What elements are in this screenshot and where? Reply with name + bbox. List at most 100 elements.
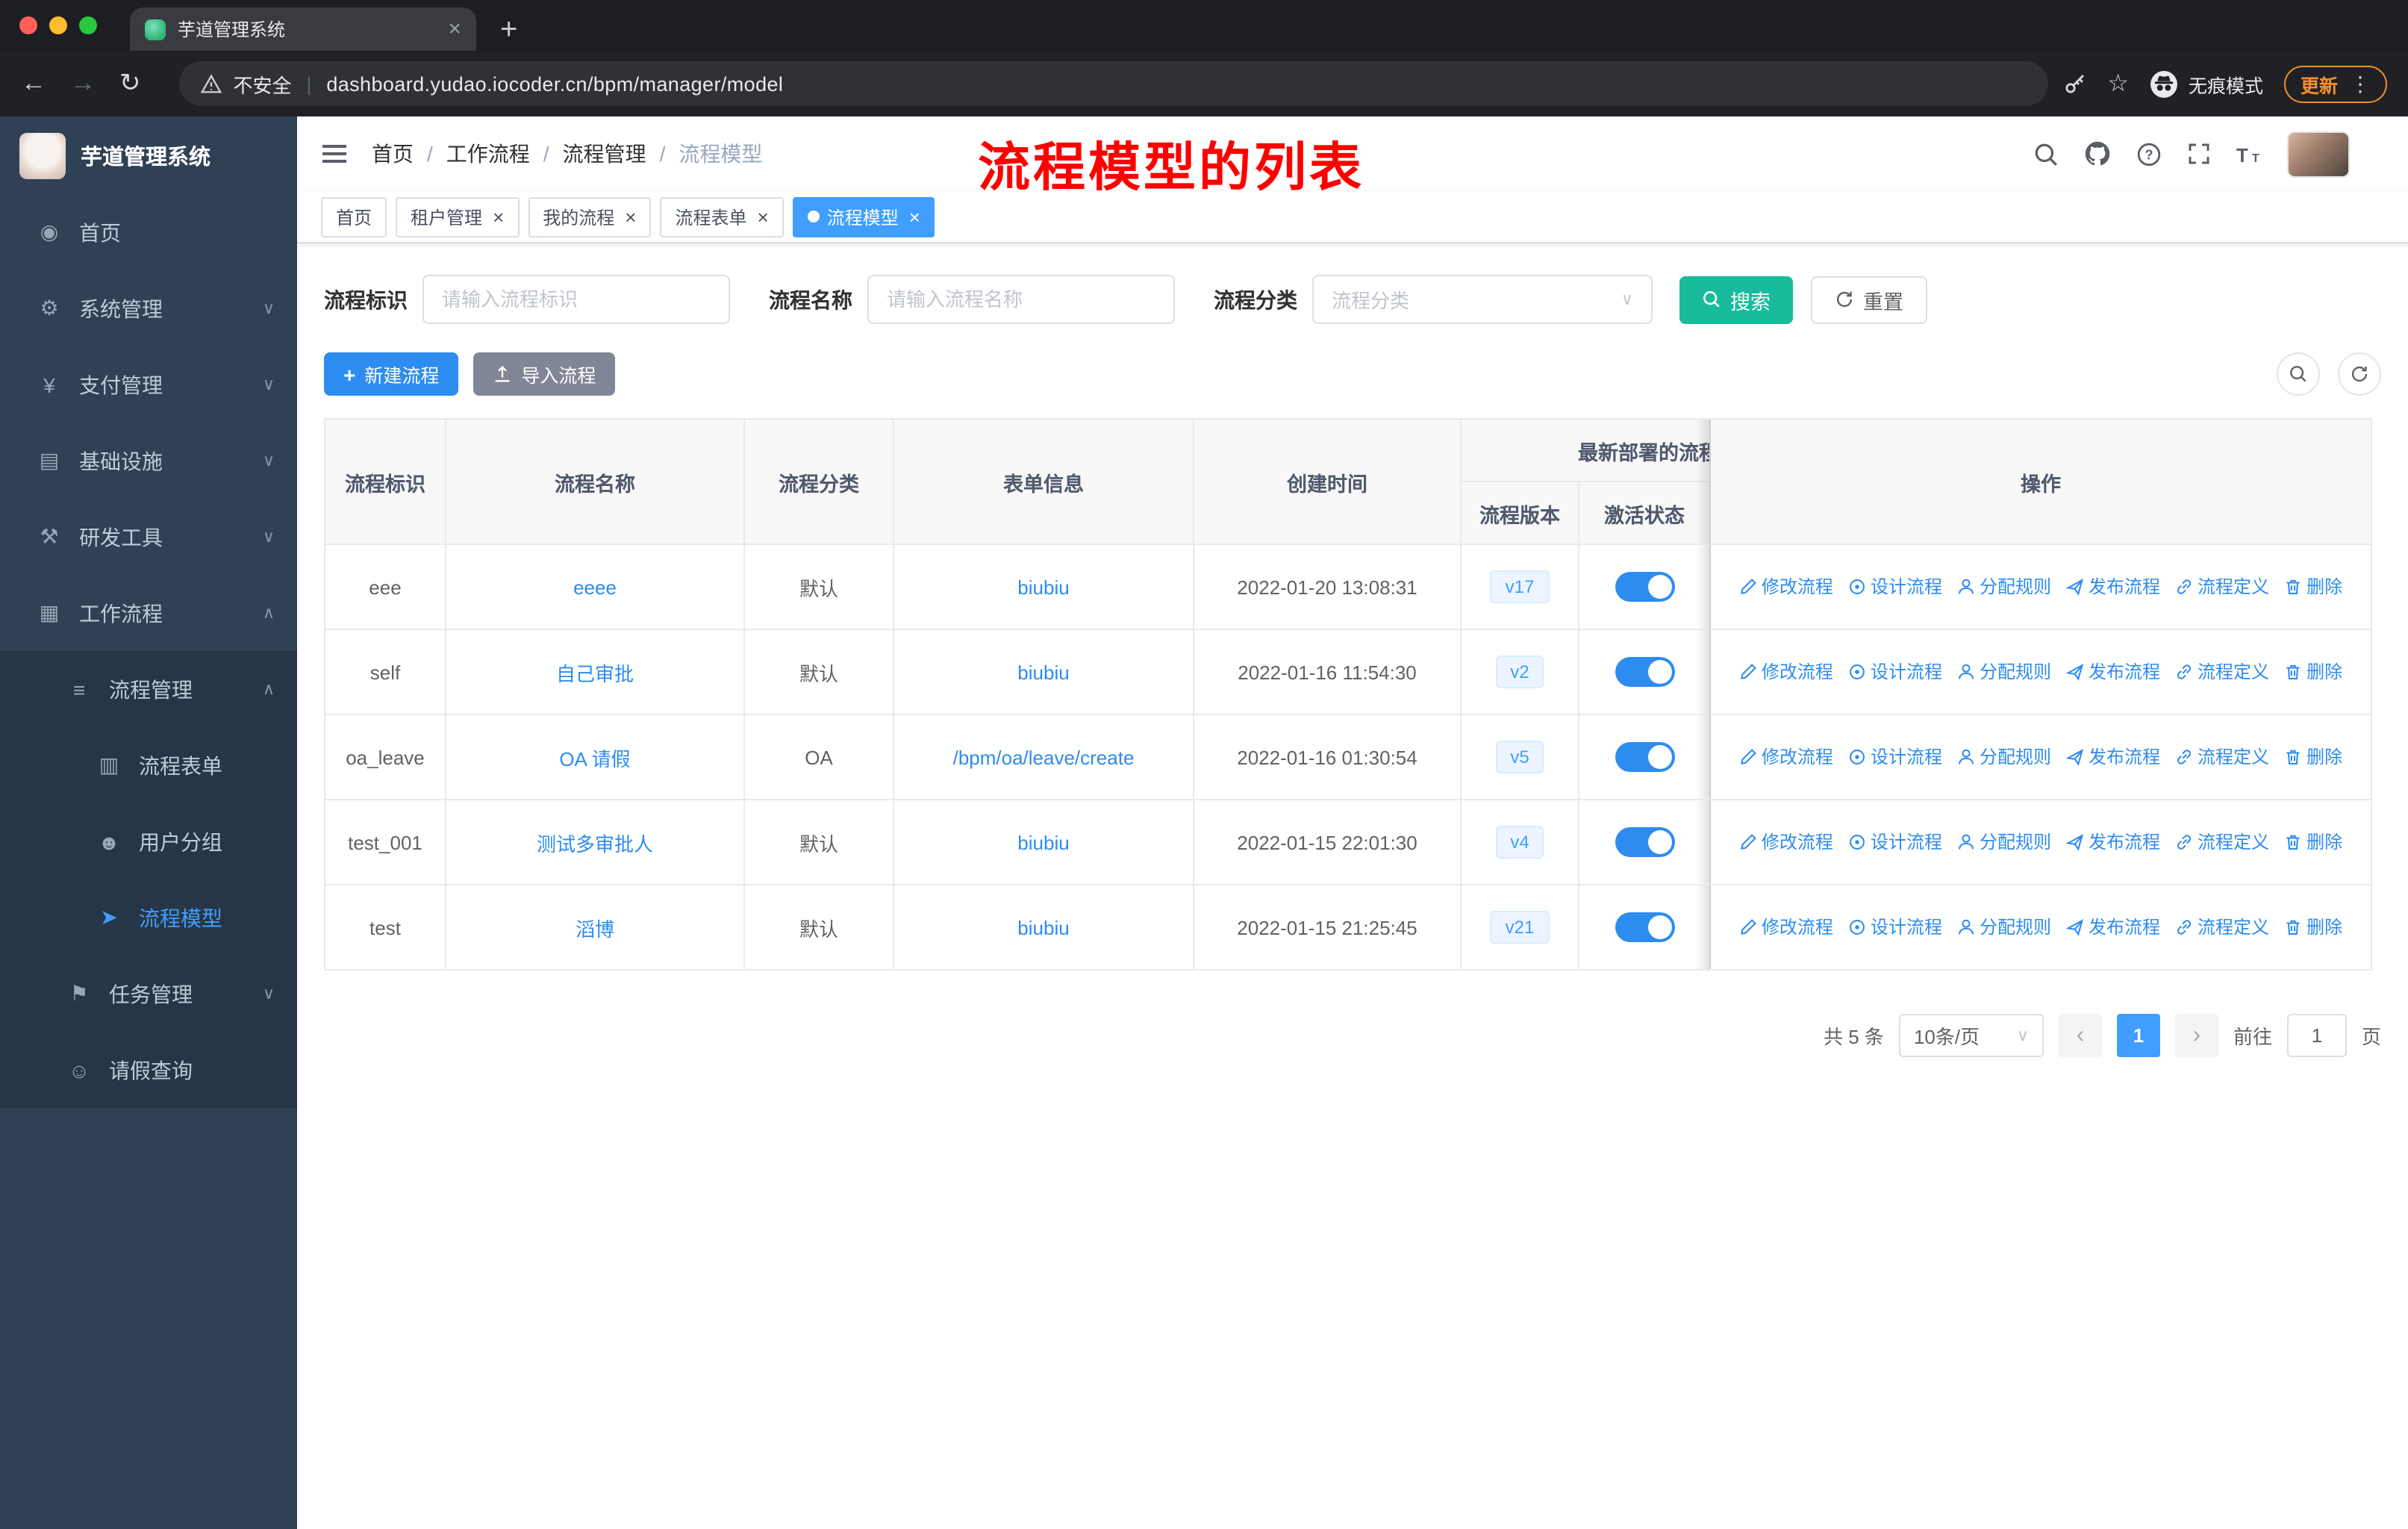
definition-process-link[interactable]: 流程定义 (2175, 829, 2269, 855)
sidebar-item-workflow[interactable]: ▦ 工作流程 ∧ (0, 575, 297, 651)
new-tab-button[interactable]: + (500, 15, 517, 45)
import-process-button[interactable]: 导入流程 (473, 352, 616, 396)
breadcrumb-item[interactable]: 流程管理 (563, 139, 646, 169)
publish-process-link[interactable]: 发布流程 (2066, 915, 2160, 940)
address-bar[interactable]: 不安全 | dashboard.yudao.iocoder.cn/bpm/man… (179, 61, 2048, 106)
edit-process-link[interactable]: 修改流程 (1739, 659, 1833, 685)
browser-tab[interactable]: 芋道管理系统 × (130, 7, 476, 51)
maximize-window-button[interactable] (79, 16, 97, 34)
publish-process-link[interactable]: 发布流程 (2066, 744, 2160, 770)
delete-process-link[interactable]: 删除 (2284, 659, 2342, 685)
back-icon[interactable]: ← (21, 69, 46, 99)
active-toggle[interactable] (1615, 827, 1674, 857)
tag-process-form[interactable]: 流程表单 × (660, 196, 784, 237)
edit-process-link[interactable]: 修改流程 (1739, 744, 1833, 770)
browser-update-button[interactable]: 更新 ⋮ (2283, 65, 2387, 102)
definition-process-link[interactable]: 流程定义 (2175, 659, 2269, 685)
sidebar-item-user-group[interactable]: ☻ 用户分组 (0, 803, 297, 879)
avatar[interactable] (2289, 132, 2348, 175)
browser-menu-icon[interactable]: ⋮ (2350, 71, 2371, 96)
reset-button[interactable]: 重置 (1811, 275, 1927, 323)
edit-process-link[interactable]: 修改流程 (1739, 915, 1833, 940)
next-page-button[interactable]: › (2174, 1014, 2218, 1057)
goto-page-input[interactable] (2286, 1014, 2347, 1057)
active-toggle[interactable] (1615, 572, 1674, 602)
form-info-link[interactable]: biubiu (1017, 661, 1069, 683)
sidebar-item-system[interactable]: ⚙ 系统管理 ∨ (0, 270, 297, 346)
close-window-button[interactable] (19, 16, 37, 34)
tab-close-icon[interactable]: × (448, 16, 461, 42)
close-icon[interactable]: × (493, 205, 504, 228)
font-size-icon[interactable]: TT (2236, 143, 2263, 165)
edit-process-link[interactable]: 修改流程 (1739, 829, 1833, 855)
definition-process-link[interactable]: 流程定义 (2175, 915, 2269, 940)
forward-icon[interactable]: → (70, 69, 96, 99)
close-icon[interactable]: × (625, 205, 636, 228)
assign-process-link[interactable]: 分配规则 (1957, 574, 2051, 600)
design-process-link[interactable]: 设计流程 (1848, 659, 1942, 685)
process-name-link[interactable]: OA 请假 (559, 747, 630, 770)
reload-icon[interactable]: ↻ (119, 69, 141, 99)
breadcrumb-item[interactable]: 工作流程 (446, 139, 530, 169)
process-name-input[interactable] (867, 275, 1175, 324)
definition-process-link[interactable]: 流程定义 (2175, 574, 2269, 600)
category-select[interactable]: 流程分类 ∨ (1312, 275, 1653, 324)
form-info-link[interactable]: biubiu (1017, 831, 1069, 853)
assign-process-link[interactable]: 分配规则 (1957, 744, 2051, 770)
assign-process-link[interactable]: 分配规则 (1957, 829, 2051, 855)
sidebar-item-infrastructure[interactable]: ▤ 基础设施 ∨ (0, 423, 297, 499)
table-search-button[interactable] (2277, 352, 2320, 396)
sidebar-item-task-management[interactable]: ⚑ 任务管理 ∨ (0, 956, 297, 1032)
design-process-link[interactable]: 设计流程 (1848, 574, 1942, 600)
publish-process-link[interactable]: 发布流程 (2066, 574, 2160, 600)
search-icon[interactable] (2033, 141, 2059, 166)
key-icon[interactable] (2062, 72, 2086, 96)
fullscreen-icon[interactable] (2187, 142, 2211, 166)
delete-process-link[interactable]: 删除 (2284, 574, 2342, 600)
github-icon[interactable] (2084, 140, 2111, 167)
delete-process-link[interactable]: 删除 (2284, 829, 2342, 855)
create-process-button[interactable]: + 新建流程 (324, 352, 459, 396)
sidebar-item-process-management[interactable]: ≡ 流程管理 ∧ (0, 651, 297, 727)
collapse-menu-icon[interactable] (321, 143, 348, 164)
tag-my-process[interactable]: 我的流程 × (528, 196, 652, 237)
form-info-link[interactable]: /bpm/oa/leave/create (953, 746, 1135, 768)
active-toggle[interactable] (1615, 742, 1674, 772)
tag-process-model[interactable]: 流程模型 × (792, 196, 935, 237)
process-name-link[interactable]: eeee (573, 576, 617, 598)
design-process-link[interactable]: 设计流程 (1848, 915, 1942, 940)
current-page-button[interactable]: 1 (2116, 1014, 2160, 1057)
bookmark-star-icon[interactable]: ☆ (2107, 69, 2129, 99)
close-icon[interactable]: × (909, 205, 920, 228)
breadcrumb-item[interactable]: 首页 (372, 139, 414, 169)
prev-page-button[interactable]: ‹ (2058, 1014, 2102, 1057)
process-name-link[interactable]: 测试多审批人 (537, 832, 653, 855)
page-size-select[interactable]: 10条/页 ∨ (1898, 1014, 2044, 1057)
sidebar-item-process-form[interactable]: ▥ 流程表单 (0, 727, 297, 803)
sidebar-item-devtools[interactable]: ⚒ 研发工具 ∨ (0, 499, 297, 575)
minimize-window-button[interactable] (49, 16, 67, 34)
publish-process-link[interactable]: 发布流程 (2066, 659, 2160, 685)
close-icon[interactable]: × (758, 205, 769, 228)
form-info-link[interactable]: biubiu (1017, 576, 1069, 598)
help-icon[interactable]: ? (2136, 141, 2162, 166)
publish-process-link[interactable]: 发布流程 (2066, 829, 2160, 855)
sidebar-item-process-model[interactable]: ➤ 流程模型 (0, 879, 297, 956)
table-refresh-button[interactable] (2338, 352, 2381, 396)
edit-process-link[interactable]: 修改流程 (1739, 574, 1833, 600)
design-process-link[interactable]: 设计流程 (1848, 744, 1942, 770)
process-name-link[interactable]: 滔博 (576, 918, 614, 940)
assign-process-link[interactable]: 分配规则 (1957, 659, 2051, 685)
form-info-link[interactable]: biubiu (1017, 916, 1069, 938)
process-key-input[interactable] (422, 275, 730, 324)
logo-row[interactable]: 芋道管理系统 (0, 116, 297, 194)
sidebar-item-leave-query[interactable]: ☺ 请假查询 (0, 1032, 297, 1108)
delete-process-link[interactable]: 删除 (2284, 915, 2342, 940)
search-button[interactable]: 搜索 (1679, 275, 1793, 323)
tag-tenant[interactable]: 租户管理 × (396, 196, 520, 237)
process-name-link[interactable]: 自己审批 (556, 662, 634, 685)
active-toggle[interactable] (1615, 657, 1674, 687)
tag-home[interactable]: 首页 (321, 196, 387, 237)
design-process-link[interactable]: 设计流程 (1848, 829, 1942, 855)
active-toggle[interactable] (1615, 912, 1674, 942)
